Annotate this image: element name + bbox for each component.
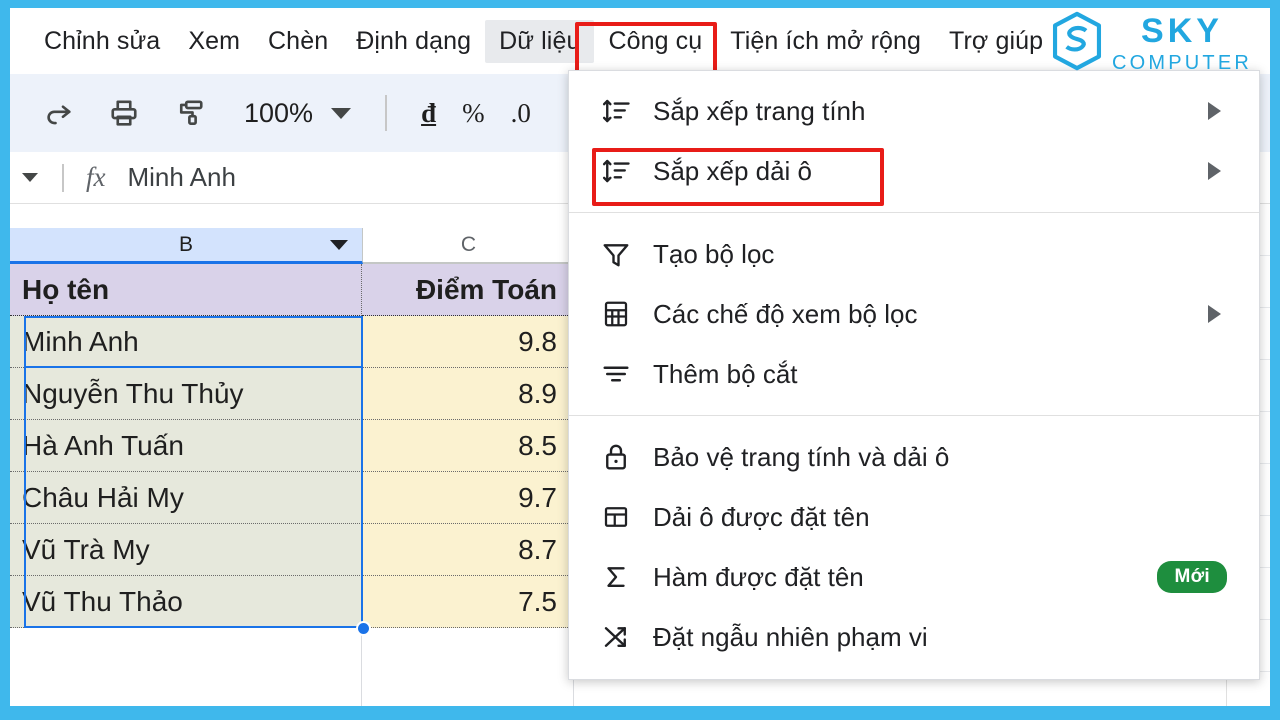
menu-option-add-slicer[interactable]: Thêm bộ cắt [569, 344, 1259, 404]
column-headers: B C [10, 228, 575, 264]
percent-format-button[interactable]: % [462, 98, 485, 129]
zoom-value: 100% [244, 97, 314, 128]
fx-icon: fx [86, 162, 106, 192]
formula-input[interactable]: Minh Anh [128, 162, 236, 193]
table-row: Hà Anh Tuấn 8.5 [10, 420, 574, 472]
cell-name[interactable]: Châu Hải My [10, 472, 362, 524]
zoom-selector[interactable]: 100% [244, 97, 352, 129]
menu-option-sort-range[interactable]: Sắp xếp dải ô [569, 141, 1259, 201]
currency-format-button[interactable]: đ [421, 98, 436, 129]
data-dropdown-menu: Sắp xếp trang tính Sắp xếp dải ô Tạo bộ … [568, 70, 1260, 680]
table-row: Vũ Trà My 8.7 [10, 524, 574, 576]
new-badge: Mới [1157, 561, 1227, 593]
cell-empty[interactable] [362, 628, 574, 680]
menu-item-extensions[interactable]: Tiện ích mở rộng [716, 20, 935, 63]
chevron-down-icon [331, 107, 352, 119]
menu-option-filter-views[interactable]: Các chế độ xem bộ lọc [569, 284, 1259, 344]
table-header-row: Họ tên Điểm Toán [10, 264, 574, 316]
header-cell-name[interactable]: Họ tên [10, 264, 362, 316]
cell-score[interactable]: 9.8 [362, 316, 574, 368]
menu-item-insert[interactable]: Chèn [254, 20, 342, 63]
menu-option-label: Sắp xếp dải ô [653, 155, 813, 186]
table-row: Vũ Thu Thảo 7.5 [10, 576, 574, 628]
app-window: Chỉnh sửa Xem Chèn Định dạng Dữ liệu Côn… [0, 0, 1280, 720]
menu-option-label: Bảo vệ trang tính và dải ô [653, 441, 950, 472]
redo-icon[interactable] [38, 93, 78, 133]
cell-score[interactable]: 8.7 [362, 524, 574, 576]
cell-empty[interactable] [10, 628, 362, 680]
sort-sheet-icon [601, 96, 647, 126]
fill-handle[interactable] [356, 621, 371, 636]
menu-item-format[interactable]: Định dạng [342, 20, 485, 63]
menu-option-label: Các chế độ xem bộ lọc [653, 298, 918, 329]
chevron-right-icon [1208, 162, 1221, 180]
formula-bar-divider [62, 163, 64, 192]
cell-score[interactable]: 9.7 [362, 472, 574, 524]
cell-name[interactable]: Vũ Thu Thảo [10, 576, 362, 628]
shuffle-icon [601, 622, 647, 652]
cell-score[interactable]: 7.5 [362, 576, 574, 628]
menu-divider [569, 415, 1259, 416]
table-row-empty [10, 680, 574, 706]
cell-score[interactable]: 8.9 [362, 368, 574, 420]
menu-item-view[interactable]: Xem [174, 20, 254, 63]
table-row: Nguyễn Thu Thủy 8.9 [10, 368, 574, 420]
cell-name[interactable]: Vũ Trà My [10, 524, 362, 576]
menu-option-sort-sheet[interactable]: Sắp xếp trang tính [569, 81, 1259, 141]
column-header-c-label: C [460, 233, 477, 256]
cell-score[interactable]: 8.5 [362, 420, 574, 472]
cell-empty[interactable] [10, 680, 362, 706]
menu-option-create-filter[interactable]: Tạo bộ lọc [569, 224, 1259, 284]
menu-option-protect-sheet[interactable]: Bảo vệ trang tính và dải ô [569, 427, 1259, 487]
decrease-decimal-button[interactable]: .0 [511, 98, 531, 129]
cell-name[interactable]: Hà Anh Tuấn [10, 420, 362, 472]
menu-divider [569, 212, 1259, 213]
cell-empty[interactable] [362, 680, 574, 706]
table-row: Minh Anh 9.8 [10, 316, 574, 368]
chevron-down-icon[interactable] [22, 173, 38, 182]
named-range-icon [601, 502, 647, 532]
app-window-inner: Chỉnh sửa Xem Chèn Định dạng Dữ liệu Côn… [10, 8, 1270, 706]
slicer-icon [601, 359, 647, 389]
sigma-icon [601, 562, 647, 592]
table-row-empty [10, 628, 574, 680]
column-header-c[interactable]: C [363, 228, 575, 264]
filter-icon [601, 239, 647, 269]
menu-option-named-functions[interactable]: Hàm được đặt tên Mới [569, 547, 1259, 607]
menu-item-tools[interactable]: Công cụ [594, 20, 716, 63]
header-cell-score[interactable]: Điểm Toán [362, 264, 574, 316]
menu-item-edit[interactable]: Chỉnh sửa [30, 20, 174, 63]
table-row: Châu Hải My 9.7 [10, 472, 574, 524]
grid-rows: Họ tên Điểm Toán Minh Anh 9.8 Nguyễn Thu… [10, 264, 574, 706]
cell-name[interactable]: Minh Anh [10, 316, 362, 368]
lock-icon [601, 442, 647, 472]
filter-views-icon [601, 299, 647, 329]
chevron-right-icon [1208, 102, 1221, 120]
chevron-down-icon[interactable] [330, 239, 348, 250]
menu-option-label: Tạo bộ lọc [653, 238, 775, 269]
chevron-right-icon [1208, 305, 1221, 323]
menu-option-label: Hàm được đặt tên [653, 561, 864, 592]
menu-option-label: Thêm bộ cắt [653, 358, 798, 389]
toolbar-divider [385, 95, 388, 131]
sort-range-icon [601, 156, 647, 186]
menu-option-label: Dải ô được đặt tên [653, 501, 870, 532]
column-header-b-label: B [178, 232, 193, 256]
print-icon[interactable] [104, 93, 144, 133]
menu-option-randomize-range[interactable]: Đặt ngẫu nhiên phạm vi [569, 607, 1259, 667]
menu-item-help[interactable]: Trợ giúp [935, 20, 1057, 63]
menu-item-data[interactable]: Dữ liệu [485, 19, 595, 63]
column-header-b[interactable]: B [10, 228, 363, 264]
cell-name[interactable]: Nguyễn Thu Thủy [10, 368, 362, 420]
menu-bar: Chỉnh sửa Xem Chèn Định dạng Dữ liệu Côn… [10, 8, 1270, 74]
menu-option-label: Sắp xếp trang tính [653, 95, 866, 126]
menu-option-named-ranges[interactable]: Dải ô được đặt tên [569, 487, 1259, 547]
paint-format-icon[interactable] [170, 93, 210, 133]
menu-option-label: Đặt ngẫu nhiên phạm vi [653, 621, 928, 652]
